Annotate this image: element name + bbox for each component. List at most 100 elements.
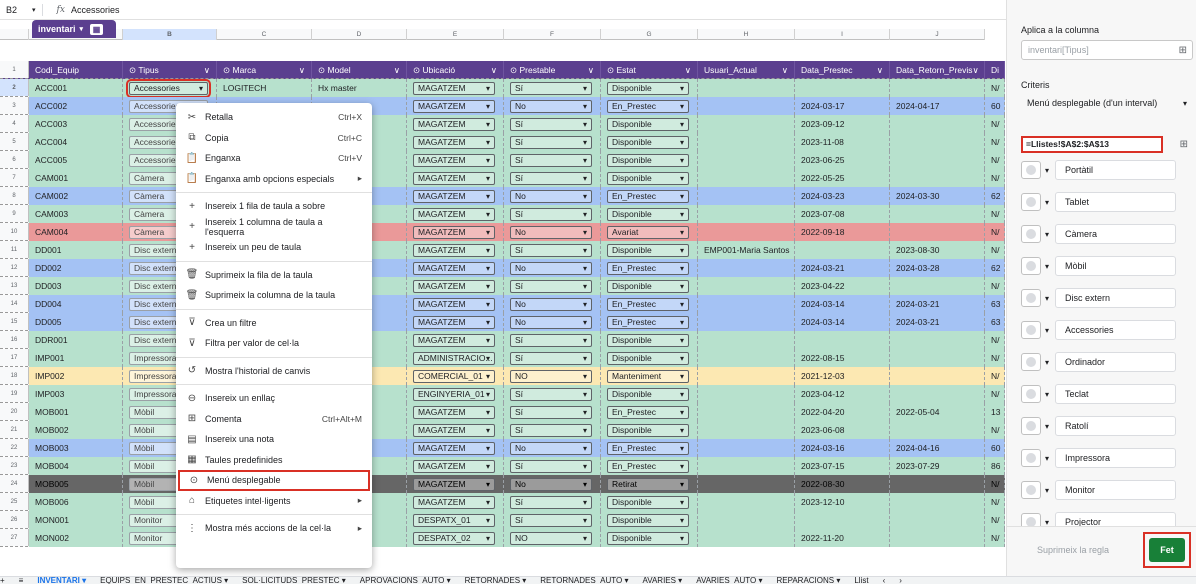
- cell-f[interactable]: No: [504, 313, 601, 331]
- sheet-tab[interactable]: ‹: [883, 577, 886, 584]
- cell-f[interactable]: Sí: [504, 421, 601, 439]
- cell-f[interactable]: No: [504, 295, 601, 313]
- column-header-g[interactable]: G: [601, 29, 698, 40]
- option-color-button[interactable]: [1021, 193, 1041, 211]
- cell-g[interactable]: Disponible: [601, 511, 698, 529]
- cell-a[interactable]: MOB001: [29, 403, 123, 421]
- row-number[interactable]: 13: [0, 277, 29, 294]
- cell-j[interactable]: 2022-05-04: [890, 403, 985, 421]
- menu-item-filter-by-value[interactable]: ⊽ Filtra per valor de cel·la: [176, 333, 372, 354]
- dropdown-chip[interactable]: MAGATZEM: [413, 406, 495, 419]
- row-number[interactable]: 8: [0, 187, 29, 204]
- menu-item-comment[interactable]: ⊞ Comenta Ctrl+Alt+M: [176, 409, 372, 430]
- cell-k[interactable]: N/: [985, 169, 1005, 187]
- cell-h[interactable]: [698, 457, 795, 475]
- delete-rule-button[interactable]: Suprimeix la regla: [1037, 545, 1109, 555]
- cell-g[interactable]: En_Prestec: [601, 97, 698, 115]
- dropdown-chip[interactable]: Disponible: [607, 244, 689, 257]
- cell-e[interactable]: MAGATZEM: [407, 79, 504, 97]
- cell-k[interactable]: N/: [985, 349, 1005, 367]
- cell-f[interactable]: Sí: [504, 169, 601, 187]
- cell-e[interactable]: MAGATZEM: [407, 133, 504, 151]
- cell-g[interactable]: En_Prestec: [601, 187, 698, 205]
- dropdown-chip[interactable]: MAGATZEM: [413, 478, 495, 491]
- sheet-tab[interactable]: RETORNADES ▾: [465, 577, 527, 584]
- column-header-cell[interactable]: Codi_Equip: [29, 61, 123, 79]
- cell-a[interactable]: IMP001: [29, 349, 123, 367]
- dropdown-chip[interactable]: Disponible: [607, 532, 689, 545]
- dropdown-chip[interactable]: Manteniment: [607, 370, 689, 383]
- cell-k[interactable]: N/: [985, 241, 1005, 259]
- menu-item-predefined-tables[interactable]: ▦ Taules predefinides: [176, 450, 372, 471]
- cell-g[interactable]: Disponible: [601, 205, 698, 223]
- cell-k[interactable]: 60: [985, 97, 1005, 115]
- chevron-down-icon[interactable]: ▾: [1041, 262, 1053, 271]
- dropdown-chip[interactable]: MAGATZEM: [413, 496, 495, 509]
- range-formula-field[interactable]: =Llistes!$A$2:$A$13: [1021, 135, 1163, 153]
- column-header-e[interactable]: E: [407, 29, 504, 40]
- cell-f[interactable]: No: [504, 439, 601, 457]
- dropdown-chip[interactable]: Disponible: [607, 118, 689, 131]
- cell-j[interactable]: 2024-03-21: [890, 295, 985, 313]
- grid-select-icon[interactable]: ⊞: [1179, 45, 1187, 56]
- dropdown-chip[interactable]: NO: [510, 532, 592, 545]
- cell-e[interactable]: DESPATX_01: [407, 511, 504, 529]
- option-color-button[interactable]: [1021, 481, 1041, 499]
- option-value-field[interactable]: Càmera: [1055, 224, 1176, 244]
- chevron-down-icon[interactable]: ∨: [491, 61, 497, 79]
- cell-h[interactable]: [698, 133, 795, 151]
- menu-item-insert-note[interactable]: ▤ Insereix una nota: [176, 429, 372, 450]
- dropdown-chip[interactable]: Disponible: [607, 352, 689, 365]
- cell-a[interactable]: CAM003: [29, 205, 123, 223]
- dropdown-chip[interactable]: Sí: [510, 244, 592, 257]
- apply-range-field[interactable]: inventari[Tipus] ⊞: [1021, 40, 1193, 60]
- cell-i[interactable]: 2022-11-20: [795, 529, 890, 547]
- cell-h[interactable]: [698, 349, 795, 367]
- cell-h[interactable]: [698, 169, 795, 187]
- cell-i[interactable]: 2023-07-08: [795, 205, 890, 223]
- cell-k[interactable]: 62: [985, 259, 1005, 277]
- row-number[interactable]: 22: [0, 439, 29, 456]
- row-number[interactable]: 3: [0, 97, 29, 114]
- dropdown-chip[interactable]: Sí: [510, 334, 592, 347]
- cell-a[interactable]: IMP002: [29, 367, 123, 385]
- row-number[interactable]: 17: [0, 349, 29, 366]
- cell-j[interactable]: [890, 385, 985, 403]
- dropdown-chip[interactable]: MAGATZEM: [413, 100, 495, 113]
- cell-f[interactable]: Sí: [504, 493, 601, 511]
- cell-i[interactable]: 2024-03-14: [795, 295, 890, 313]
- menu-item-create-filter[interactable]: ⊽ Crea un filtre: [176, 313, 372, 334]
- cell-a[interactable]: ACC004: [29, 133, 123, 151]
- cell-f[interactable]: Sí: [504, 277, 601, 295]
- cell-i[interactable]: 2024-03-21: [795, 259, 890, 277]
- menu-item-insert-column-left[interactable]: + Insereix 1 columna de taula a l'esquerr…: [176, 217, 372, 238]
- cell-f[interactable]: Sí: [504, 457, 601, 475]
- cell-h[interactable]: [698, 367, 795, 385]
- cell-j[interactable]: 2023-07-29: [890, 457, 985, 475]
- menu-item-insert-row-above[interactable]: + Insereix 1 fila de taula a sobre: [176, 196, 372, 217]
- cell-g[interactable]: Disponible: [601, 169, 698, 187]
- cell-k[interactable]: 63: [985, 295, 1005, 313]
- cell-j[interactable]: [890, 133, 985, 151]
- done-button[interactable]: Fet: [1149, 538, 1185, 562]
- cell-i[interactable]: 2022-05-25: [795, 169, 890, 187]
- cell-k[interactable]: N/: [985, 277, 1005, 295]
- cell-i[interactable]: 2022-04-20: [795, 403, 890, 421]
- dropdown-chip[interactable]: En_Prestec: [607, 442, 689, 455]
- table-name-tab[interactable]: inventari ▾ ▦: [32, 20, 116, 38]
- dropdown-chip[interactable]: Avariat: [607, 226, 689, 239]
- chevron-down-icon[interactable]: ▾: [1041, 230, 1053, 239]
- cell-f[interactable]: Sí: [504, 385, 601, 403]
- cell-g[interactable]: En_Prestec: [601, 295, 698, 313]
- dropdown-chip[interactable]: Disponible: [607, 334, 689, 347]
- column-header-cell[interactable]: ⊙ Tipus ∨: [123, 61, 217, 79]
- cell-j[interactable]: [890, 475, 985, 493]
- cell-j[interactable]: [890, 367, 985, 385]
- menu-item-insert-link[interactable]: ⊖ Insereix un enllaç: [176, 388, 372, 409]
- cell-k[interactable]: N/: [985, 367, 1005, 385]
- dropdown-chip[interactable]: Sí: [510, 172, 592, 185]
- cell-j[interactable]: [890, 511, 985, 529]
- cell-h[interactable]: EMP001-Maria Santos: [698, 241, 795, 259]
- dropdown-chip[interactable]: MAGATZEM: [413, 118, 495, 131]
- cell-h[interactable]: [698, 259, 795, 277]
